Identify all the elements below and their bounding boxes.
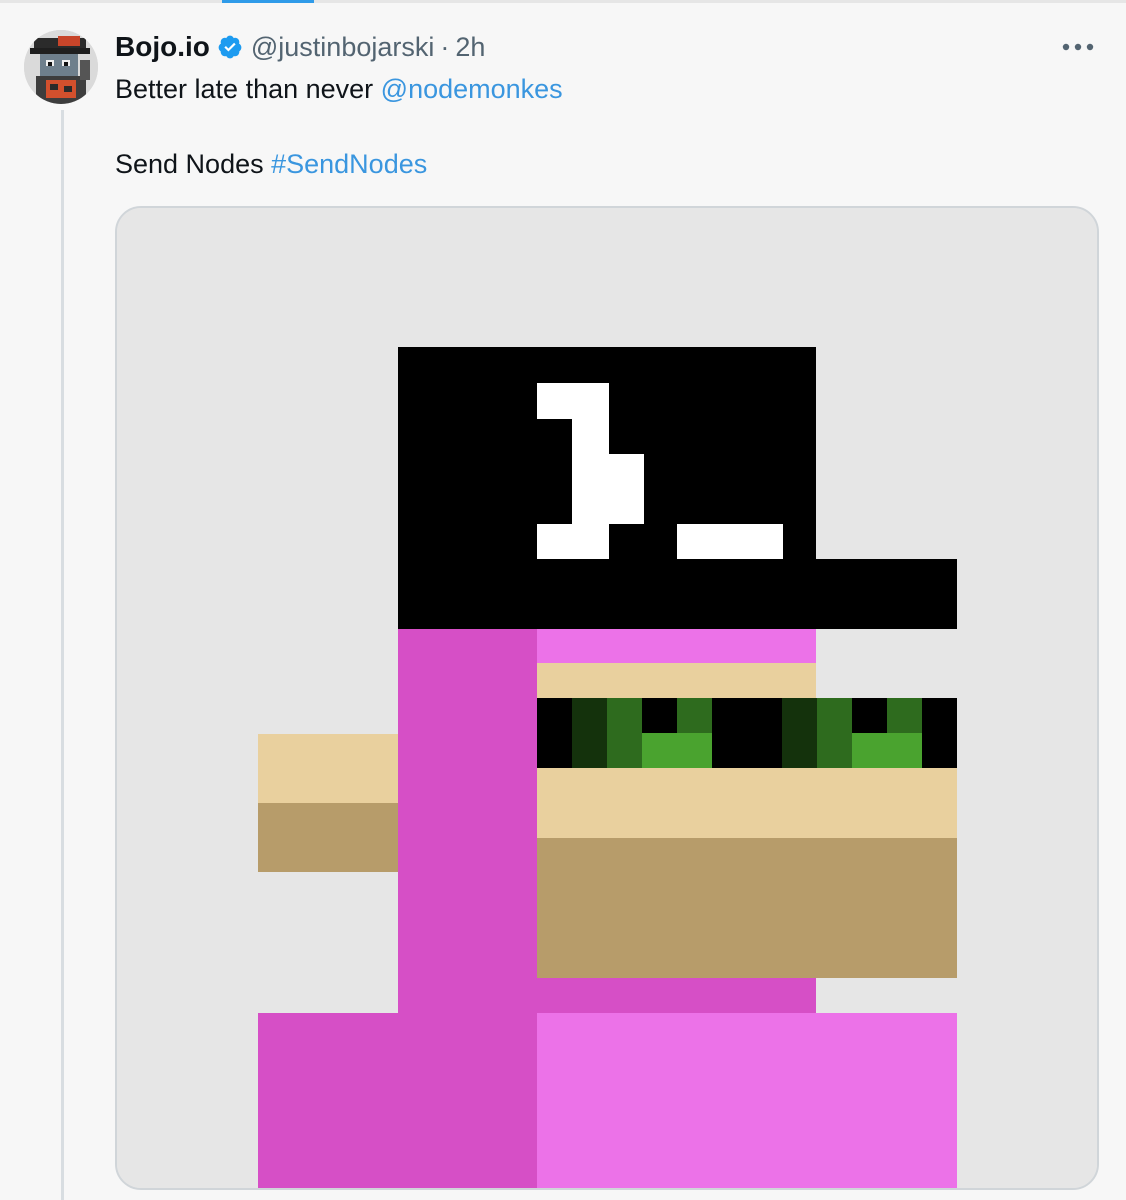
tweet-text-segment: Better late than never (115, 74, 381, 104)
tweet-timestamp[interactable]: 2h (455, 32, 485, 63)
separator-dot: · (440, 31, 450, 62)
tweet-media-image[interactable] (115, 206, 1099, 1190)
tweet-text-segment: Send Nodes (115, 149, 272, 179)
nft-pixel-art-image (117, 208, 1097, 1188)
avatar[interactable] (24, 30, 98, 104)
user-avatar-icon (24, 30, 98, 104)
active-tab-indicator (222, 0, 314, 3)
more-options-icon (1062, 43, 1094, 51)
tweet-text-line-2: Send Nodes #SendNodes (115, 147, 427, 181)
hashtag-link[interactable]: #SendNodes (271, 149, 427, 179)
mention-link[interactable]: @nodemonkes (381, 74, 563, 104)
tweet-text-line-1: Better late than never @nodemonkes (115, 72, 563, 106)
author-name[interactable]: Bojo.io (115, 31, 210, 63)
verified-badge-icon (217, 34, 243, 60)
thread-line (61, 110, 64, 1200)
tweet-header: Bojo.io @justinbojarski · 2h (115, 30, 485, 64)
author-handle[interactable]: @justinbojarski (251, 32, 434, 63)
top-strip (0, 0, 1126, 3)
more-options-button[interactable] (1058, 30, 1098, 64)
